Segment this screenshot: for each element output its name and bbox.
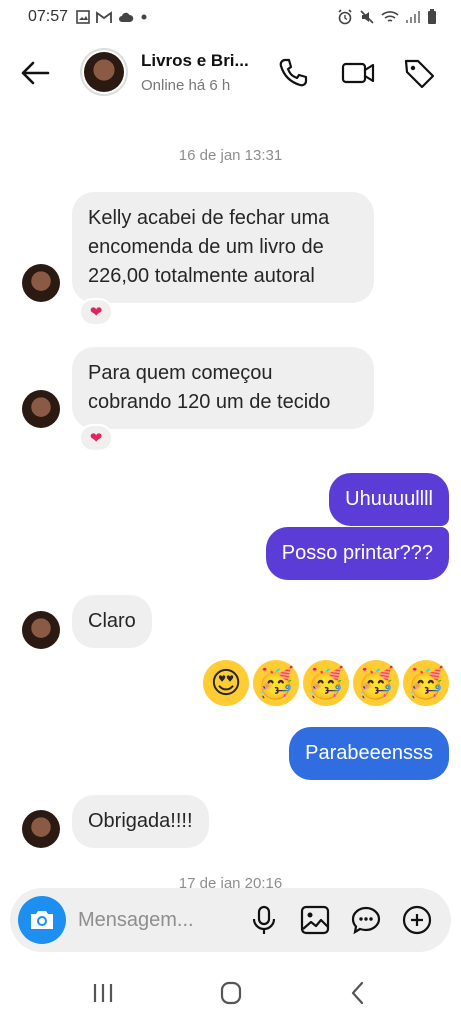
party-face-emoji-icon: 🥳 (303, 660, 349, 706)
emoji-message[interactable]: 😍 🥳 🥳 🥳 🥳 (203, 660, 449, 706)
contact-name[interactable]: Livros e Bri... (141, 51, 249, 71)
outgoing-message[interactable]: Posso printar??? (265, 527, 449, 580)
contact-avatar[interactable] (80, 48, 128, 96)
mute-icon (360, 10, 374, 24)
outgoing-message[interactable]: Parabeeensss (289, 727, 449, 780)
cloud-notification-icon (119, 12, 134, 22)
outgoing-message[interactable]: Uhuuuullll (329, 473, 449, 526)
battery-icon (428, 9, 436, 24)
message-composer: Mensagem... (10, 888, 451, 952)
camera-button[interactable] (18, 896, 66, 944)
status-system-icons (337, 9, 437, 25)
chat-bubble-icon (351, 906, 381, 935)
contact-status: Online há 6 h (141, 77, 231, 94)
message-input[interactable]: Mensagem... (78, 909, 247, 932)
incoming-message[interactable]: Kelly acabei de fechar uma encomenda de … (72, 192, 374, 303)
heart-eyes-emoji-icon: 😍 (203, 660, 249, 706)
status-time: 07:57 (28, 8, 69, 25)
phone-icon[interactable] (276, 56, 310, 90)
status-bar: 07:57 (0, 0, 461, 34)
sticker-button[interactable] (349, 903, 383, 937)
heart-reaction-icon[interactable]: ❤ (79, 298, 113, 326)
contact-avatar-small[interactable] (22, 611, 60, 649)
heart-reaction-icon[interactable]: ❤ (79, 424, 113, 452)
system-navigation-bar (0, 962, 461, 1024)
incoming-message[interactable]: Para quem começou cobrando 120 um de tec… (72, 347, 374, 429)
signal-icon (406, 11, 420, 23)
gmail-notification-icon (96, 10, 112, 23)
contact-avatar-small[interactable] (22, 264, 60, 302)
status-notification-icons (76, 10, 148, 24)
incoming-message[interactable]: Obrigada!!!! (72, 795, 209, 848)
recent-apps-icon[interactable] (88, 980, 118, 1006)
video-call-icon[interactable] (341, 56, 375, 90)
gallery-notification-icon (76, 10, 90, 24)
image-icon (300, 905, 330, 935)
plus-circle-icon (402, 905, 432, 935)
dot-notification-icon (141, 14, 147, 20)
contact-avatar-small[interactable] (22, 390, 60, 428)
camera-icon (31, 911, 53, 929)
chat-header: Livros e Bri... Online há 6 h (0, 34, 461, 110)
party-face-emoji-icon: 🥳 (353, 660, 399, 706)
party-face-emoji-icon: 🥳 (253, 660, 299, 706)
home-icon[interactable] (216, 980, 246, 1006)
add-button[interactable] (400, 903, 434, 937)
back-arrow-icon[interactable] (18, 56, 52, 90)
tag-icon[interactable] (402, 56, 436, 90)
contact-photo (84, 52, 124, 92)
party-face-emoji-icon: 🥳 (403, 660, 449, 706)
microphone-button[interactable] (247, 903, 281, 937)
contact-avatar-small[interactable] (22, 810, 60, 848)
wifi-icon (381, 11, 399, 22)
microphone-icon (252, 905, 276, 934)
back-nav-icon[interactable] (344, 980, 374, 1006)
gallery-button[interactable] (298, 903, 332, 937)
alarm-icon (338, 9, 352, 25)
incoming-message[interactable]: Claro (72, 595, 152, 648)
message-timestamp: 16 de jan 13:31 (178, 147, 283, 164)
